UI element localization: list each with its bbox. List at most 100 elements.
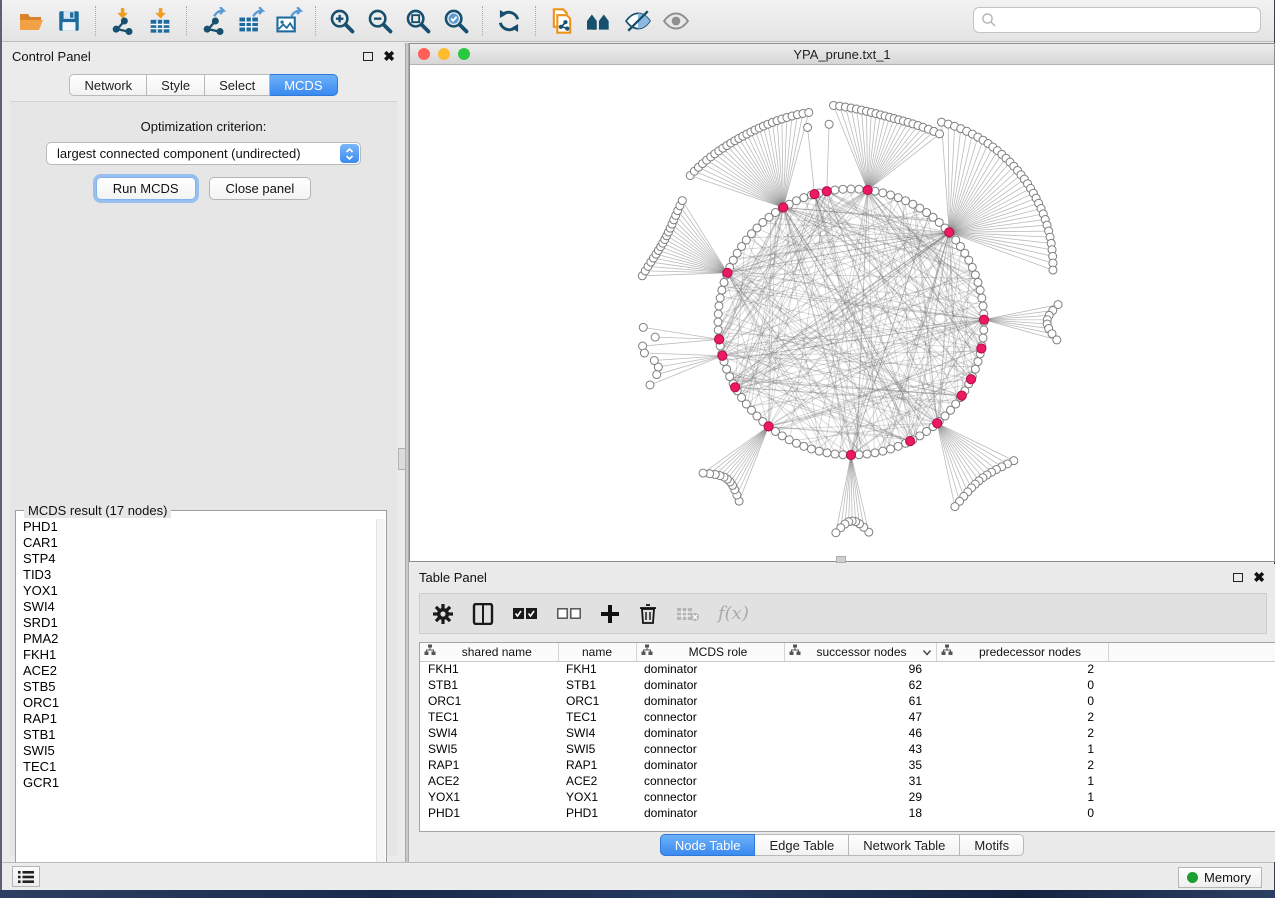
network-node[interactable] [805,108,813,116]
network-node[interactable] [971,365,979,373]
network-node[interactable] [894,194,902,202]
list-item[interactable]: PMA2 [17,631,378,647]
list-item[interactable]: STB1 [17,727,378,743]
table-row[interactable]: SWI4SWI4dominator462 [420,725,1275,741]
tab-node-table[interactable]: Node Table [660,834,756,856]
gear-icon[interactable] [432,600,454,628]
add-icon[interactable] [600,600,620,628]
delete-table-icon[interactable] [676,600,700,628]
import-table-icon[interactable] [143,6,177,36]
delete-icon[interactable] [638,600,658,628]
network-node[interactable] [646,381,654,389]
list-item[interactable]: TID3 [17,567,378,583]
tab-network[interactable]: Network [69,74,147,96]
network-node[interactable] [951,503,959,511]
search-input[interactable] [997,13,1260,28]
network-node[interactable] [792,197,800,205]
clone-network-icon[interactable] [545,6,579,36]
network-node[interactable] [978,294,986,302]
table-row[interactable]: RAP1RAP1dominator352 [420,757,1275,773]
network-node[interactable] [825,120,833,128]
network-node[interactable] [714,310,722,318]
network-node[interactable] [726,373,734,381]
table-row[interactable]: TEC1TEC1connector472 [420,709,1275,725]
network-node[interactable] [980,326,988,334]
table-row[interactable]: ORC1ORC1dominator610 [420,693,1275,709]
column-header-predecessor-nodes[interactable]: predecessor nodes [936,643,1108,661]
zoom-in-icon[interactable] [325,6,359,36]
mcds-hub-node[interactable] [718,351,727,360]
deselect-all-icon[interactable] [556,600,582,628]
run-mcds-button[interactable]: Run MCDS [96,177,196,200]
mcds-hub-node[interactable] [731,383,740,392]
tab-style[interactable]: Style [147,74,205,96]
show-all-icon[interactable] [659,6,693,36]
close-panel-button[interactable]: Close panel [209,177,312,200]
mcds-hub-node[interactable] [945,228,954,237]
tab-network-table[interactable]: Network Table [849,834,960,856]
network-node[interactable] [979,334,987,342]
network-node[interactable] [640,349,648,357]
tab-select[interactable]: Select [205,74,270,96]
network-node[interactable] [863,450,871,458]
mcds-hub-node[interactable] [863,185,872,194]
network-node[interactable] [936,130,944,138]
network-node[interactable] [639,323,647,331]
network-node[interactable] [831,186,839,194]
list-item[interactable]: GCR1 [17,775,378,791]
mcds-hub-node[interactable] [822,187,831,196]
network-node[interactable] [720,278,728,286]
network-node[interactable] [804,123,812,131]
network-node[interactable] [653,371,661,379]
tab-edge-table[interactable]: Edge Table [755,834,849,856]
network-node[interactable] [716,294,724,302]
show-panels-button[interactable] [12,866,40,887]
network-node[interactable] [847,185,855,193]
network-node[interactable] [718,286,726,294]
float-panel-icon[interactable] [363,52,373,61]
network-node[interactable] [968,263,976,271]
zoom-selected-icon[interactable] [439,6,473,36]
select-all-icon[interactable] [512,600,538,628]
mcds-hub-node[interactable] [957,391,966,400]
list-item[interactable]: CAR1 [17,535,378,551]
network-node[interactable] [815,447,823,455]
network-node[interactable] [723,365,731,373]
network-node[interactable] [650,357,658,365]
column-header-shared-name[interactable]: shared name [420,643,558,661]
mcds-hub-node[interactable] [779,203,788,212]
column-header-MCDS-role[interactable]: MCDS role [636,643,784,661]
network-window-titlebar[interactable]: YPA_prune.txt_1 [410,44,1274,65]
network-node[interactable] [832,529,840,537]
column-header-successor-nodes[interactable]: successor nodes [784,643,936,661]
tab-mcds[interactable]: MCDS [270,74,337,96]
list-item[interactable]: PHD1 [17,519,378,535]
mcds-list-scrollbar[interactable] [376,519,385,879]
list-item[interactable]: ORC1 [17,695,378,711]
network-node[interactable] [800,442,808,450]
memory-button[interactable]: Memory [1178,867,1262,888]
list-item[interactable]: STB5 [17,679,378,695]
list-item[interactable]: FKH1 [17,647,378,663]
list-item[interactable]: RAP1 [17,711,378,727]
mcds-hub-node[interactable] [715,335,724,344]
list-item[interactable]: SWI4 [17,599,378,615]
mcds-hub-node[interactable] [906,437,915,446]
table-row[interactable]: STB1STB1dominator620 [420,677,1275,693]
table-row[interactable]: FKH1FKH1dominator962 [420,661,1275,677]
network-node[interactable] [839,451,847,459]
network-node[interactable] [678,197,686,205]
network-node[interactable] [971,271,979,279]
mcds-hub-node[interactable] [979,315,988,324]
table-row[interactable]: ACE2ACE2connector311 [420,773,1275,789]
network-node[interactable] [839,185,847,193]
mcds-hub-node[interactable] [764,422,773,431]
first-neighbors-icon[interactable] [583,6,617,36]
mcds-hub-node[interactable] [933,419,942,428]
network-node[interactable] [831,450,839,458]
mcds-hub-node[interactable] [977,344,986,353]
network-node[interactable] [979,302,987,310]
network-node[interactable] [1053,336,1061,344]
network-node[interactable] [855,451,863,459]
export-network-icon[interactable] [196,6,230,36]
